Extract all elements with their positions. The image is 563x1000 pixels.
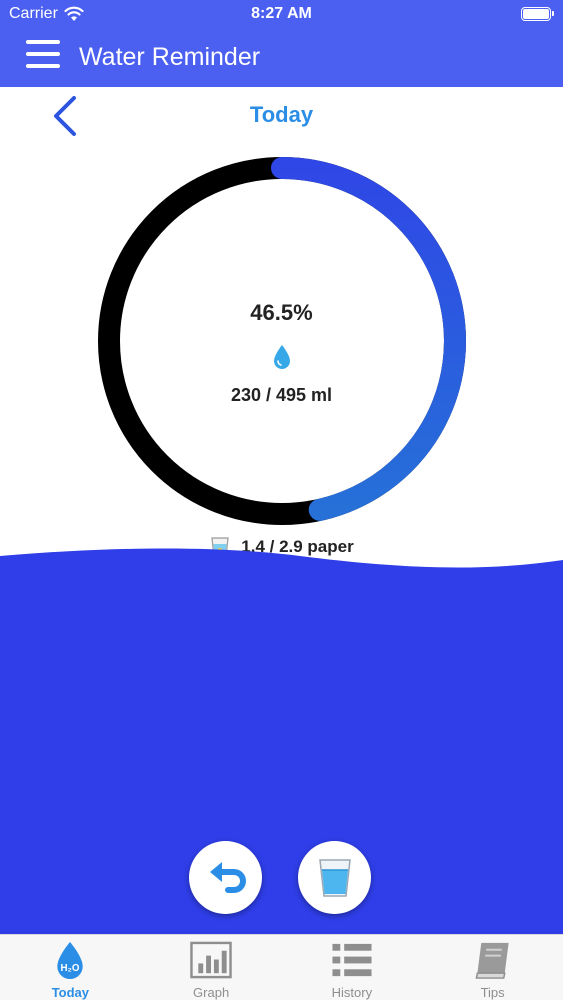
svg-text:H₂O: H₂O	[61, 963, 80, 974]
tab-history[interactable]: History	[282, 935, 423, 1000]
add-water-button[interactable]	[298, 841, 371, 914]
tab-tips[interactable]: Tips	[422, 935, 563, 1000]
bar-graph-icon	[190, 941, 232, 979]
status-bar: Carrier 8:27 AM	[0, 0, 563, 30]
tab-label: Graph	[193, 985, 230, 1000]
ring-progress-arc	[271, 157, 466, 521]
progress-percent: 46.5%	[250, 300, 313, 325]
progress-ring	[90, 149, 474, 533]
app-title: Water Reminder	[79, 43, 261, 71]
battery-icon	[521, 7, 554, 21]
tab-label: Today	[51, 985, 90, 1000]
water-glass-icon	[318, 858, 351, 897]
day-title: Today	[249, 102, 314, 127]
status-time: 8:27 AM	[251, 5, 312, 22]
tab-bar: H₂O Today Graph History Tips	[0, 934, 563, 1000]
undo-icon	[209, 861, 246, 893]
tab-today[interactable]: H₂O Today	[0, 935, 141, 1000]
list-icon	[332, 943, 372, 977]
progress-amount: 230 / 495 ml	[230, 385, 333, 405]
tab-label: Tips	[480, 985, 505, 1000]
tab-label: History	[331, 985, 373, 1000]
app-header: Carrier 8:27 AM Water Reminder	[0, 0, 563, 87]
menu-button[interactable]	[26, 40, 60, 74]
tab-graph[interactable]: Graph	[141, 935, 282, 1000]
water-fill-area	[0, 548, 563, 934]
undo-button[interactable]	[189, 841, 262, 914]
hamburger-icon	[26, 40, 60, 44]
water-drop-icon	[274, 345, 290, 369]
book-icon	[475, 942, 509, 979]
h2o-drop-icon: H₂O	[57, 941, 84, 980]
